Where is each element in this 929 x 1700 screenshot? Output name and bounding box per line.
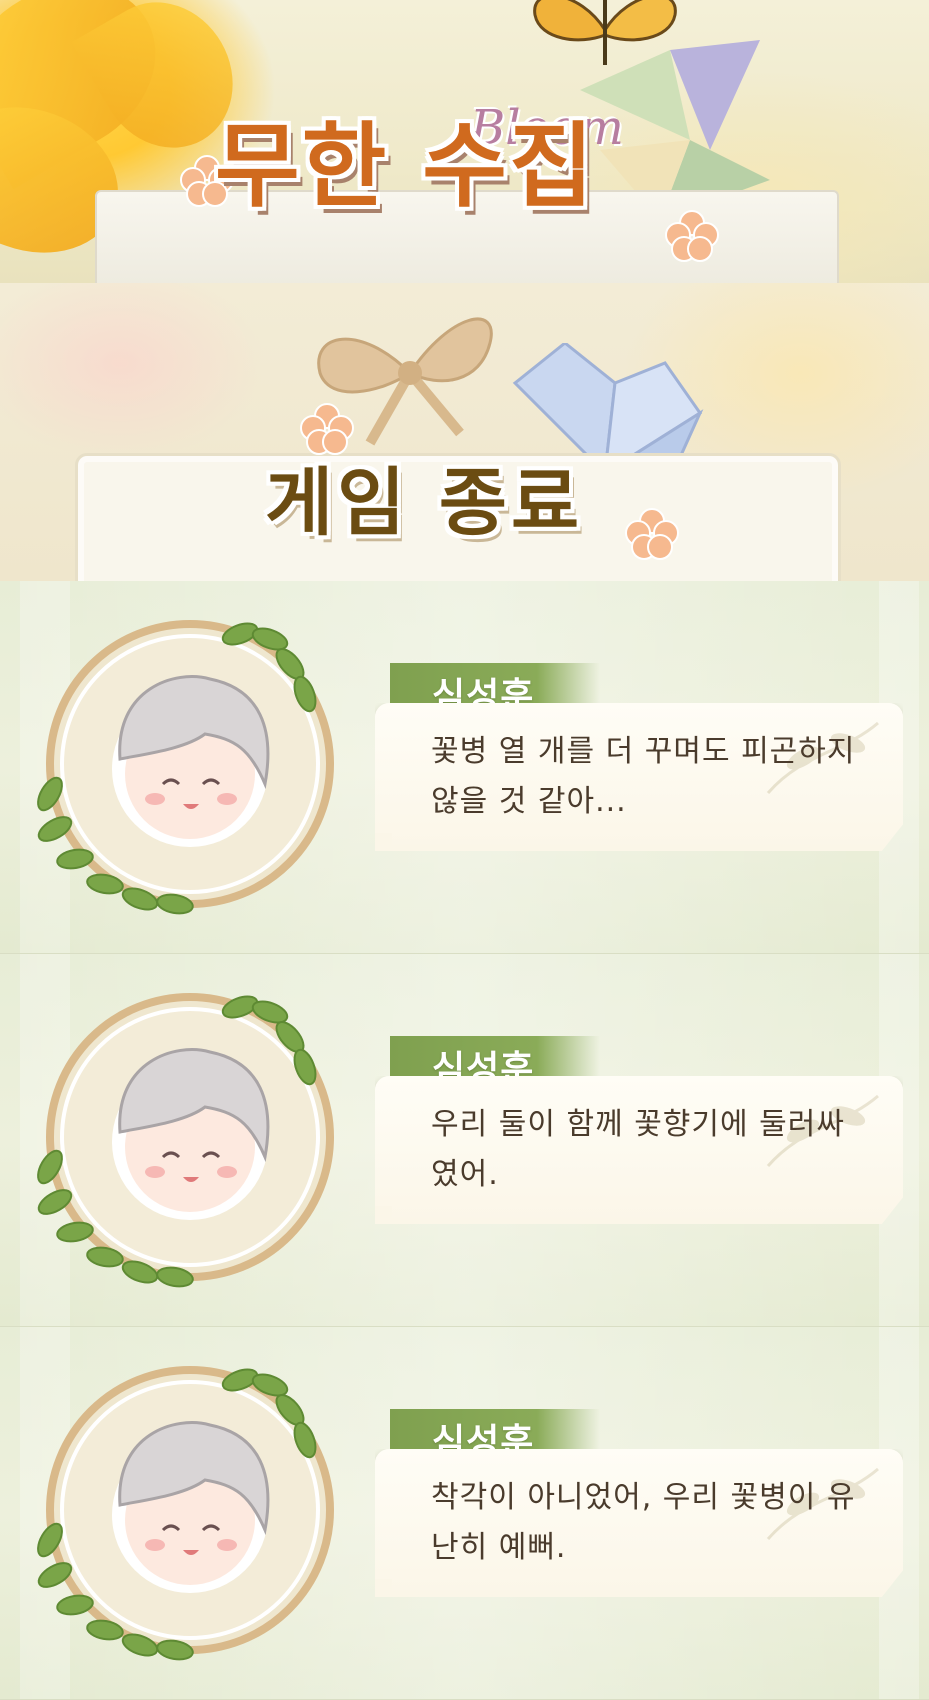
character-portrait-frame [37, 1366, 334, 1661]
character-face-icon [112, 1048, 270, 1220]
speech-bubble: 착각이 아니었어, 우리 꽃병이 유 난히 예뻐. [375, 1449, 903, 1597]
speech-bubble: 우리 둘이 함께 꽃향기에 둘러싸 였어. [375, 1076, 903, 1224]
flower-icon [625, 508, 679, 560]
dialogue-item: 심성훈 우리 둘이 함께 꽃향기에 둘러싸 였어. [0, 954, 929, 1327]
character-portrait-frame [37, 620, 334, 915]
character-face-icon [112, 1421, 270, 1593]
dialogue-text: 우리 둘이 함께 꽃향기에 둘러싸 였어. [431, 1107, 845, 1192]
game-over-panel: 게임 종료 [0, 283, 929, 581]
flower-icon [665, 210, 719, 262]
dialogue-item: 심성훈 꽃병 열 개를 더 꾸며도 피곤하지 않을 것 같아... [0, 581, 929, 954]
page-title: 무한 수집 [215, 113, 596, 220]
dialogue-text: 꽃병 열 개를 더 꾸며도 피곤하지 않을 것 같아... [431, 734, 856, 819]
dialogue-list: 심성훈 꽃병 열 개를 더 꾸며도 피곤하지 않을 것 같아... 심성훈 우리… [0, 581, 929, 1700]
title-banner: Bloom 무한 수집 [0, 0, 929, 283]
dialogue-item: 심성훈 착각이 아니었어, 우리 꽃병이 유 난히 예뻐. [0, 1327, 929, 1700]
speech-bubble: 꽃병 열 개를 더 꾸며도 피곤하지 않을 것 같아... [375, 703, 903, 851]
character-face-icon [112, 675, 270, 847]
dialogue-text: 착각이 아니었어, 우리 꽃병이 유 난히 예뻐. [431, 1480, 856, 1565]
game-over-title: 게임 종료 [265, 460, 584, 546]
character-portrait-frame [37, 993, 334, 1288]
